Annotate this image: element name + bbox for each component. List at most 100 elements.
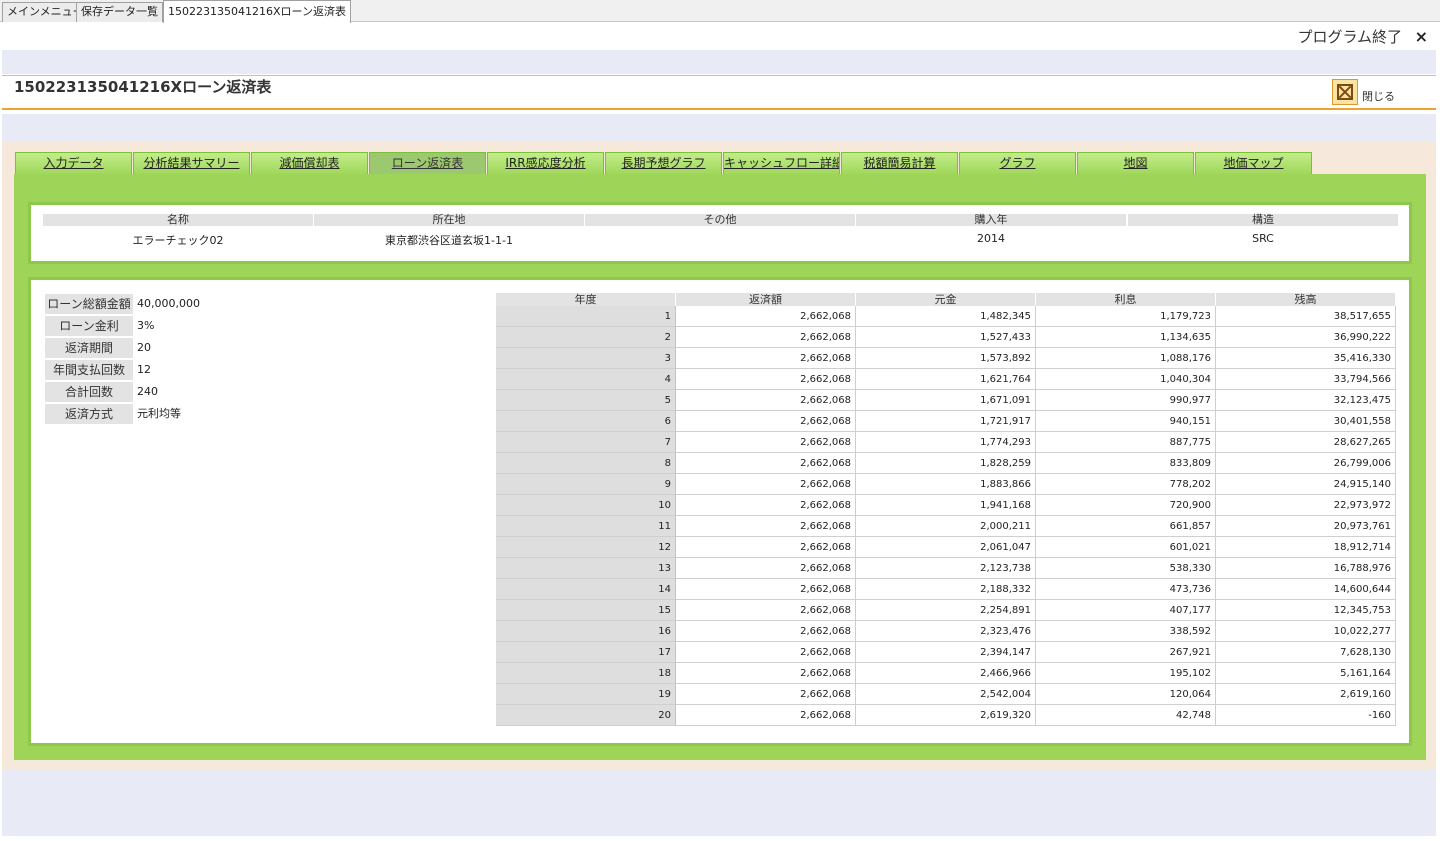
- table-cell: 1,883,866: [856, 474, 1036, 495]
- table-row: 4 2,662,068 1,621,764 1,040,304 33,794,566: [496, 369, 1396, 390]
- table-cell: 2,254,891: [856, 600, 1036, 621]
- table-cell: 18,912,714: [1216, 537, 1396, 558]
- table-cell: 2,619,160: [1216, 684, 1396, 705]
- table-row: 11 2,662,068 2,000,211 661,857 20,973,761: [496, 516, 1396, 537]
- tab-9[interactable]: 地図: [1077, 152, 1194, 174]
- title-bar: 150223135041216Xローン返済表: [2, 75, 1436, 109]
- table-cell: 19: [496, 684, 676, 705]
- table-cell: 16: [496, 621, 676, 642]
- table-cell: 833,809: [1036, 453, 1216, 474]
- table-cell: 20,973,761: [1216, 516, 1396, 537]
- table-row: 2 2,662,068 1,527,433 1,134,635 36,990,222: [496, 327, 1396, 348]
- table-row: 3 2,662,068 1,573,892 1,088,176 35,416,330: [496, 348, 1396, 369]
- table-cell: 2,662,068: [676, 537, 856, 558]
- table-cell: 12: [496, 537, 676, 558]
- table-cell: 2,662,068: [676, 327, 856, 348]
- doc-tab-saved-data[interactable]: 保存データ一覧: [76, 2, 163, 22]
- tab-6[interactable]: キャッシュフロー詳細: [723, 152, 840, 174]
- close-button-label[interactable]: 閉じる: [1362, 88, 1395, 104]
- table-cell: 1,828,259: [856, 453, 1036, 474]
- table-cell: 12,345,753: [1216, 600, 1396, 621]
- property-header: 構造: [1128, 214, 1398, 226]
- table-cell: 2: [496, 327, 676, 348]
- table-cell: 2,662,068: [676, 705, 856, 726]
- property-header: 名称: [43, 214, 313, 226]
- header-band: [2, 50, 1436, 74]
- table-cell: 2,662,068: [676, 495, 856, 516]
- table-cell: 2,662,068: [676, 432, 856, 453]
- loan-info-label: ローン総額金額: [45, 294, 133, 314]
- table-row: 15 2,662,068 2,254,891 407,177 12,345,753: [496, 600, 1396, 621]
- table-cell: 10: [496, 495, 676, 516]
- table-cell: 33,794,566: [1216, 369, 1396, 390]
- table-cell: 1,040,304: [1036, 369, 1216, 390]
- table-cell: 32,123,475: [1216, 390, 1396, 411]
- tab-10[interactable]: 地価マップ: [1195, 152, 1312, 174]
- table-cell: 2,123,738: [856, 558, 1036, 579]
- table-cell: 13: [496, 558, 676, 579]
- exit-program-button[interactable]: プログラム終了: [1297, 26, 1402, 47]
- table-cell: 6: [496, 411, 676, 432]
- table-cell: 16,788,976: [1216, 558, 1396, 579]
- table-cell: 30,401,558: [1216, 411, 1396, 432]
- loan-info-value: 240: [137, 385, 158, 398]
- page-title: 150223135041216Xローン返済表: [14, 78, 272, 96]
- table-cell: 120,064: [1036, 684, 1216, 705]
- tab-1[interactable]: 分析結果サマリー: [133, 152, 250, 174]
- table-cell: 2,662,068: [676, 663, 856, 684]
- tab-7[interactable]: 税額簡易計算: [841, 152, 958, 174]
- tab-4[interactable]: IRR感応度分析: [487, 152, 604, 174]
- table-cell: 2,323,476: [856, 621, 1036, 642]
- table-row: 1 2,662,068 1,482,345 1,179,723 38,517,655: [496, 306, 1396, 327]
- property-header: その他: [585, 214, 855, 226]
- schedule-header: 利息: [1036, 293, 1215, 306]
- table-cell: 1,573,892: [856, 348, 1036, 369]
- table-cell: 14,600,644: [1216, 579, 1396, 600]
- tab-3[interactable]: ローン返済表: [369, 152, 486, 174]
- table-cell: 17: [496, 642, 676, 663]
- schedule-header: 元金: [856, 293, 1035, 306]
- table-cell: 1: [496, 306, 676, 327]
- table-cell: 20: [496, 705, 676, 726]
- table-cell: 2,662,068: [676, 600, 856, 621]
- table-cell: 7: [496, 432, 676, 453]
- table-cell: 2,542,004: [856, 684, 1036, 705]
- close-button[interactable]: [1332, 79, 1358, 105]
- table-cell: 1,721,917: [856, 411, 1036, 432]
- table-cell: 1,621,764: [856, 369, 1036, 390]
- table-cell: 1,774,293: [856, 432, 1036, 453]
- table-row: 7 2,662,068 1,774,293 887,775 28,627,265: [496, 432, 1396, 453]
- table-cell: 2,662,068: [676, 411, 856, 432]
- table-cell: 11: [496, 516, 676, 537]
- property-header: 購入年: [856, 214, 1126, 226]
- table-cell: 22,973,972: [1216, 495, 1396, 516]
- table-cell: 42,748: [1036, 705, 1216, 726]
- table-cell: 2,662,068: [676, 621, 856, 642]
- table-cell: 1,179,723: [1036, 306, 1216, 327]
- tab-2[interactable]: 減価償却表: [251, 152, 368, 174]
- tab-5[interactable]: 長期予想グラフ: [605, 152, 722, 174]
- property-header: 所在地: [314, 214, 584, 226]
- close-icon[interactable]: ×: [1415, 27, 1428, 46]
- tab-8[interactable]: グラフ: [959, 152, 1076, 174]
- table-cell: 4: [496, 369, 676, 390]
- table-cell: 1,088,176: [1036, 348, 1216, 369]
- loan-info-label: 返済期間: [45, 338, 133, 358]
- table-cell: 2,466,966: [856, 663, 1036, 684]
- loan-info-label: 返済方式: [45, 404, 133, 424]
- table-cell: 338,592: [1036, 621, 1216, 642]
- schedule-header: 返済額: [676, 293, 855, 306]
- doc-tab-loan-table[interactable]: 150223135041216Xローン返済表: [163, 0, 351, 23]
- table-cell: 9: [496, 474, 676, 495]
- schedule-header: 年度: [496, 293, 675, 306]
- table-cell: 5: [496, 390, 676, 411]
- table-cell: 26,799,006: [1216, 453, 1396, 474]
- table-cell: 2,662,068: [676, 642, 856, 663]
- tab-0[interactable]: 入力データ: [15, 152, 132, 174]
- table-row: 14 2,662,068 2,188,332 473,736 14,600,644: [496, 579, 1396, 600]
- table-cell: 538,330: [1036, 558, 1216, 579]
- property-value: 2014: [977, 232, 1005, 245]
- table-row: 19 2,662,068 2,542,004 120,064 2,619,160: [496, 684, 1396, 705]
- table-cell: 2,662,068: [676, 579, 856, 600]
- table-cell: 14: [496, 579, 676, 600]
